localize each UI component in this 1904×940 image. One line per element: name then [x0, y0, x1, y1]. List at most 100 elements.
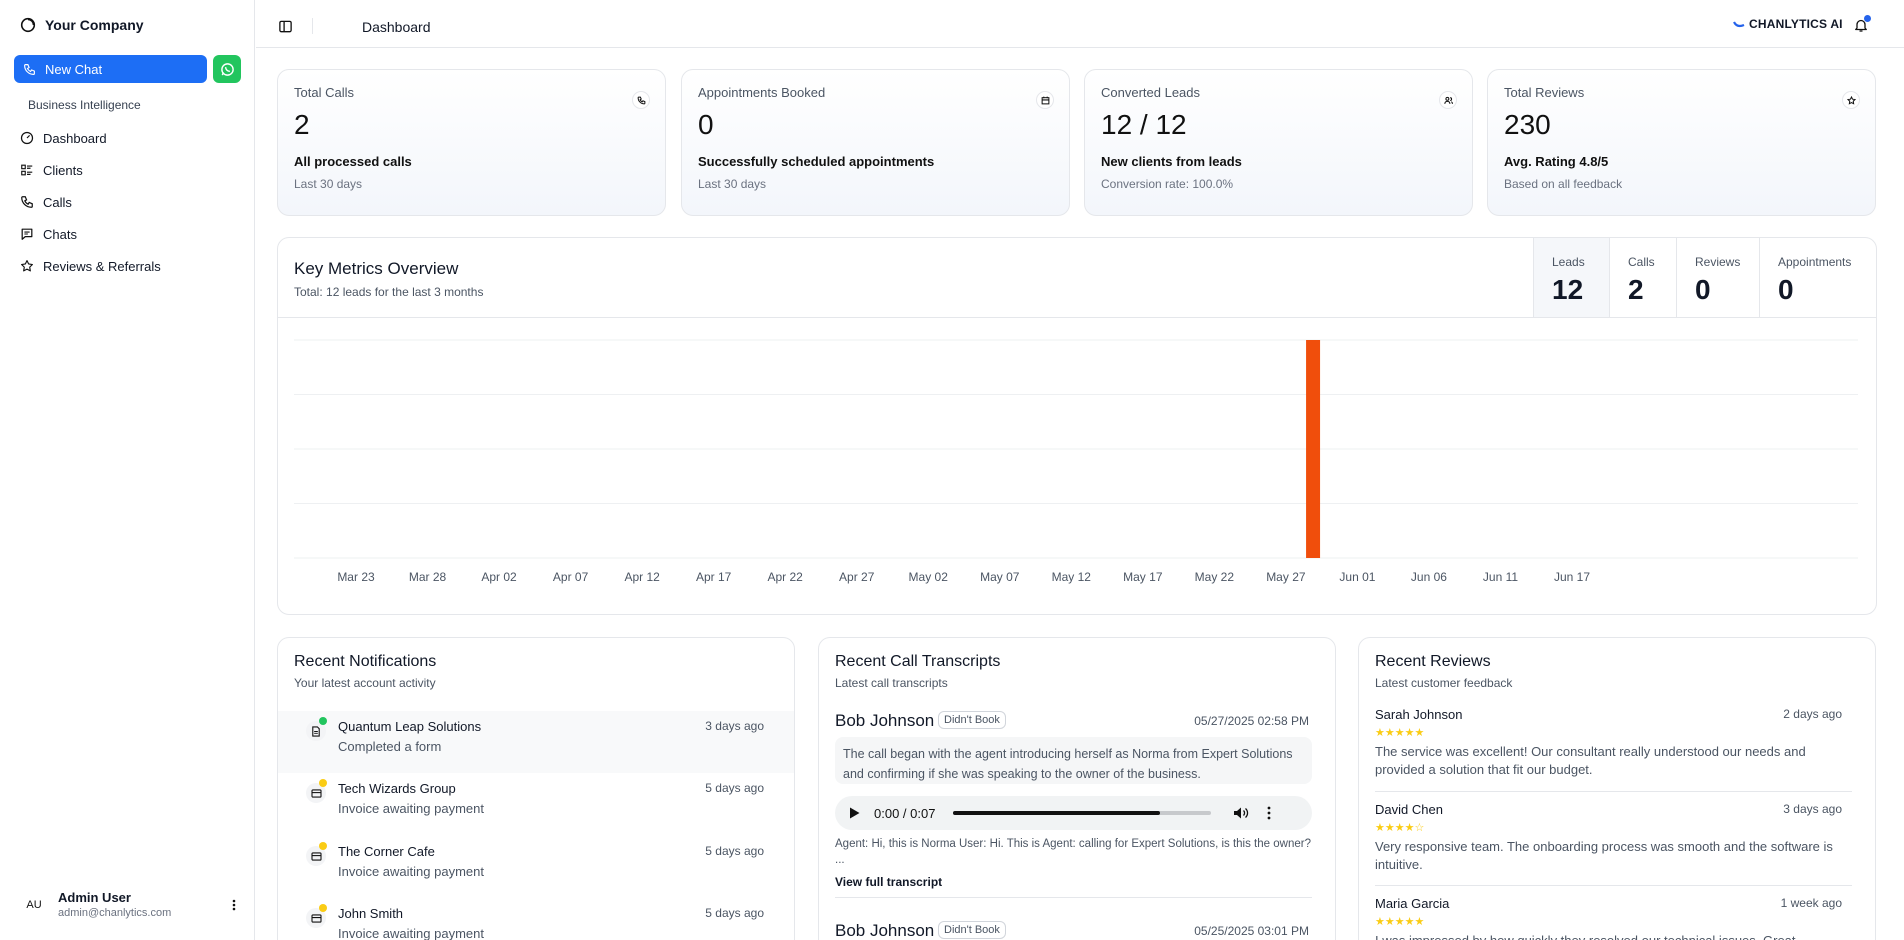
review-item: David Chen 3 days ago ★★★★☆ Very respons… — [1375, 802, 1852, 874]
notification-item[interactable]: The Corner Cafe Invoice awaiting payment… — [278, 836, 794, 898]
review-time: 1 week ago — [1780, 896, 1842, 910]
whatsapp-icon — [220, 62, 234, 76]
user-profile[interactable]: AU Admin User admin@chanlytics.com — [20, 890, 240, 919]
company-brand[interactable]: Your Company — [20, 17, 144, 33]
tab-leads[interactable]: Leads 12 — [1533, 238, 1609, 317]
notification-time: 5 days ago — [705, 906, 764, 920]
brand-name: CHANLYTICS AI — [1749, 17, 1843, 31]
sidebar-item-label: Chats — [43, 226, 77, 242]
notification-time: 5 days ago — [705, 844, 764, 858]
notification-item[interactable]: Quantum Leap Solutions Completed a form … — [278, 711, 794, 773]
sidebar-item-calls[interactable]: Calls — [20, 186, 161, 218]
metrics-title: Key Metrics Overview — [294, 259, 459, 278]
reviewer-name: David Chen — [1375, 802, 1443, 817]
stat-card-converted-leads: Converted Leads 12 / 12 New clients from… — [1084, 69, 1473, 216]
panel-title: Recent Reviews — [1375, 653, 1491, 670]
metrics-subtitle: Total: 12 leads for the last 3 months — [294, 285, 484, 299]
sidebar-toggle-icon[interactable] — [278, 19, 293, 34]
volume-icon[interactable] — [1233, 806, 1249, 820]
play-icon[interactable] — [849, 807, 860, 819]
tab-value: 0 — [1695, 274, 1711, 305]
stat-description: All processed calls — [294, 154, 412, 169]
stat-period: Based on all feedback — [1504, 177, 1623, 191]
panel-subtitle: Latest customer feedback — [1375, 676, 1513, 690]
status-dot — [319, 904, 327, 912]
gauge-icon — [20, 131, 34, 145]
status-dot — [319, 717, 327, 725]
notification-name: John Smith — [338, 906, 404, 921]
tab-label: Calls — [1628, 255, 1655, 269]
notification-name: Quantum Leap Solutions — [338, 719, 482, 734]
x-tick-label: May 12 — [1052, 570, 1092, 584]
header-divider — [312, 18, 313, 34]
caller-name: Bob Johnson — [835, 711, 935, 730]
notification-time: 5 days ago — [705, 781, 764, 795]
view-full-transcript-link[interactable]: View full transcript — [835, 875, 942, 889]
tab-appointments[interactable]: Appointments 0 — [1759, 238, 1876, 317]
divider — [1375, 791, 1852, 792]
phone-icon — [24, 63, 35, 75]
phone-icon — [21, 196, 33, 208]
whatsapp-button[interactable] — [213, 55, 241, 83]
sidebar-item-label: Calls — [43, 194, 72, 210]
sidebar-item-label: Dashboard — [43, 130, 107, 146]
stat-description: Successfully scheduled appointments — [698, 154, 935, 169]
review-text: The service was excellent! Our consultan… — [1375, 744, 1806, 777]
review-time: 2 days ago — [1783, 707, 1842, 721]
chart-bar[interactable] — [1306, 340, 1321, 558]
x-tick-label: Jun 06 — [1411, 570, 1447, 584]
tab-calls[interactable]: Calls 2 — [1609, 238, 1676, 317]
x-tick-label: Apr 17 — [696, 570, 732, 584]
stat-label: Appointments Booked — [698, 85, 826, 100]
phone-icon — [632, 91, 650, 109]
stat-value: 230 — [1504, 109, 1551, 140]
tab-reviews[interactable]: Reviews 0 — [1676, 238, 1759, 317]
audio-progress-fill — [953, 811, 1160, 815]
notification-desc: Invoice awaiting payment — [338, 864, 484, 879]
new-chat-button[interactable]: New Chat — [14, 55, 207, 83]
stat-period: Conversion rate: 100.0% — [1101, 177, 1234, 191]
sidebar-item-clients[interactable]: Clients — [20, 154, 161, 186]
company-logo-icon — [20, 17, 36, 33]
review-text: Very responsive team. The onboarding pro… — [1375, 839, 1833, 872]
top-header: Dashboard CHANLYTICS AI — [256, 6, 1904, 48]
sidebar-item-dashboard[interactable]: Dashboard — [20, 122, 161, 154]
sidebar: Your Company New Chat Business Intellige… — [0, 0, 255, 940]
notification-desc: Completed a form — [338, 739, 442, 754]
sidebar-nav: Dashboard Clients Calls Chats Reviews & … — [20, 122, 161, 282]
tab-label: Leads — [1552, 255, 1585, 269]
more-vertical-icon[interactable] — [228, 898, 240, 912]
more-vertical-icon[interactable] — [1267, 806, 1271, 820]
notification-item[interactable]: Tech Wizards Group Invoice awaiting paym… — [278, 773, 794, 835]
sidebar-item-chats[interactable]: Chats — [20, 218, 161, 250]
company-name: Your Company — [45, 17, 144, 33]
avatar: AU — [26, 898, 42, 911]
stat-description: Avg. Rating 4.8/5 — [1504, 154, 1609, 169]
x-tick-label: May 17 — [1123, 570, 1163, 584]
notification-item[interactable]: John Smith Invoice awaiting payment 5 da… — [278, 898, 794, 940]
call-summary: The call began with the agent introducin… — [835, 737, 1312, 784]
message-icon — [21, 228, 33, 240]
sidebar-item-reviews-referrals[interactable]: Reviews & Referrals — [20, 250, 161, 282]
stat-label: Converted Leads — [1101, 85, 1201, 100]
status-badge: Didn't Book — [938, 921, 1006, 939]
new-chat-label: New Chat — [45, 61, 103, 77]
x-tick-label: Apr 12 — [624, 570, 660, 584]
panel-subtitle: Your latest account activity — [294, 676, 436, 690]
x-tick-label: Apr 07 — [553, 570, 589, 584]
stat-label: Total Reviews — [1504, 85, 1585, 100]
x-tick-label: May 27 — [1266, 570, 1306, 584]
page-title: Dashboard — [362, 19, 431, 35]
review-time: 3 days ago — [1783, 802, 1842, 816]
caller-name: Bob Johnson — [835, 921, 935, 940]
x-tick-label: Mar 28 — [409, 570, 447, 584]
star-icon — [21, 260, 33, 272]
divider — [835, 897, 1312, 898]
tab-label: Reviews — [1695, 255, 1741, 269]
audio-progress[interactable] — [953, 811, 1212, 815]
star-rating: ★★★★★ — [1375, 727, 1425, 739]
sidebar-item-label: Clients — [43, 162, 83, 178]
sidebar-item-label: Reviews & Referrals — [43, 258, 161, 274]
panel-title: Recent Notifications — [294, 653, 437, 670]
divider — [1375, 885, 1852, 886]
